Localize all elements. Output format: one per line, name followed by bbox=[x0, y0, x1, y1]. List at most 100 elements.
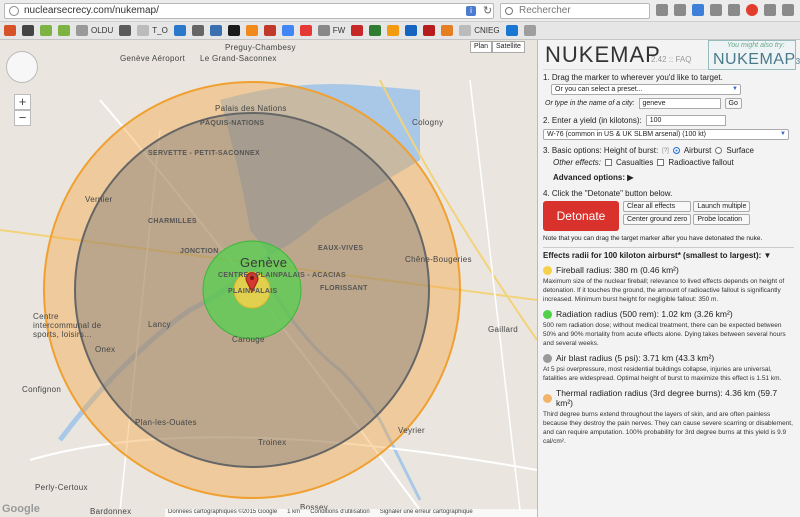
bookmark-icon bbox=[40, 25, 52, 36]
bookmark-item[interactable] bbox=[40, 25, 52, 36]
bookmark-icon bbox=[299, 25, 312, 36]
map-type-plan-button[interactable]: Plan bbox=[470, 41, 493, 53]
bookmark-icon bbox=[387, 25, 400, 36]
yield-input[interactable]: 100 bbox=[645, 115, 726, 126]
bookmark-item[interactable] bbox=[441, 25, 454, 36]
bookmark-item[interactable] bbox=[369, 25, 382, 36]
step4-title: 4. Click the "Detonate" button below. bbox=[543, 189, 673, 198]
addon-icon[interactable] bbox=[746, 4, 758, 16]
map[interactable]: Plan Satellite + − Preguy-Chambesy Genèv… bbox=[0, 40, 537, 517]
address-bar[interactable]: nuclearsecrecy.com/nukemap/ i ↻ bbox=[4, 3, 494, 19]
bookmark-item[interactable] bbox=[523, 25, 536, 36]
bookmark-item[interactable] bbox=[4, 25, 16, 36]
map-label: Plan-les-Ouates bbox=[135, 418, 197, 427]
bookmark-icon bbox=[441, 25, 454, 36]
home-icon[interactable] bbox=[710, 4, 722, 16]
bookmark-item[interactable] bbox=[245, 25, 258, 36]
map-label: SERVETTE - PETIT-SACONNEX bbox=[148, 150, 260, 157]
airburst-radio[interactable] bbox=[672, 147, 680, 154]
bookmark-icon bbox=[523, 25, 536, 36]
map-label: Vernier bbox=[85, 195, 113, 204]
pan-control[interactable] bbox=[6, 51, 38, 83]
bookmark-icon bbox=[173, 25, 186, 36]
bookmark-icon bbox=[209, 25, 222, 36]
effect-description: Maximum size of the nuclear fireball; re… bbox=[543, 278, 785, 303]
bookmark-item[interactable] bbox=[351, 25, 364, 36]
city-input[interactable]: geneve bbox=[638, 98, 721, 109]
terms-link[interactable]: Conditions d'utilisation bbox=[310, 509, 370, 517]
reading-list-icon[interactable] bbox=[674, 4, 686, 16]
bookmark-item[interactable] bbox=[173, 25, 186, 36]
search-input[interactable]: Rechercher bbox=[500, 3, 650, 19]
go-button[interactable]: Go bbox=[724, 98, 742, 109]
zoom-in-button[interactable]: + bbox=[14, 94, 31, 110]
bookmark-icon bbox=[4, 25, 16, 36]
addon2-icon[interactable] bbox=[764, 4, 776, 16]
bookmark-item[interactable] bbox=[387, 25, 400, 36]
bookmark-icon bbox=[58, 25, 70, 36]
bookmark-item[interactable] bbox=[119, 25, 132, 36]
bookmark-icon bbox=[191, 25, 204, 36]
effect-description: Third degree burns extend throughout the… bbox=[543, 411, 793, 445]
advanced-options-toggle[interactable]: Advanced options: ▶ bbox=[553, 173, 633, 182]
download-icon[interactable] bbox=[692, 4, 704, 16]
casualties-checkbox[interactable] bbox=[605, 159, 613, 166]
probe-location-button[interactable]: Probe location bbox=[693, 214, 751, 225]
version-faq-link[interactable]: 2.42 :: FAQ bbox=[651, 55, 691, 64]
center-ground-zero-button[interactable]: Center ground zero bbox=[623, 214, 692, 225]
effect-header: Fireball radius: 380 m (0.46 km²) bbox=[543, 265, 794, 275]
bookmark-item[interactable]: OLDU bbox=[76, 25, 113, 36]
help-link[interactable]: [?] bbox=[662, 148, 669, 154]
bookmark-item[interactable] bbox=[405, 25, 418, 36]
bookmark-label: FW bbox=[332, 26, 346, 35]
preset-select[interactable]: Or you can select a preset... bbox=[551, 84, 741, 95]
launch-multiple-button[interactable]: Launch multiple bbox=[693, 201, 751, 212]
bookmark-item[interactable] bbox=[209, 25, 222, 36]
bookmark-item[interactable] bbox=[227, 25, 240, 36]
bookmark-item[interactable]: T_O bbox=[137, 25, 168, 36]
bookmark-item[interactable] bbox=[22, 25, 34, 36]
bookmark-item[interactable] bbox=[281, 25, 294, 36]
step1-title: 1. Drag the marker to wherever you'd lik… bbox=[543, 73, 723, 82]
bookmark-label: T_O bbox=[152, 26, 168, 35]
bookmark-icon bbox=[281, 25, 294, 36]
star-icon[interactable] bbox=[656, 4, 668, 16]
bookmark-item[interactable]: CNIEG bbox=[459, 25, 500, 36]
surface-radio[interactable] bbox=[715, 147, 723, 154]
map-label: Palais des Nations bbox=[215, 104, 287, 113]
bookmark-icon bbox=[369, 25, 382, 36]
bookmark-item[interactable]: FW bbox=[317, 25, 346, 36]
map-label: Le Grand-Saconnex bbox=[200, 54, 277, 63]
map-label: Centre intercommunal de sports, loisirs.… bbox=[33, 312, 102, 339]
bookmark-item[interactable] bbox=[505, 25, 518, 36]
bookmark-item[interactable] bbox=[299, 25, 312, 36]
control-panel: NUKEMAP 2.42 :: FAQ You might also try: … bbox=[537, 40, 800, 517]
bookmark-item[interactable] bbox=[191, 25, 204, 36]
nukemap3d-link[interactable]: You might also try: NUKEMAP3D bbox=[708, 40, 800, 70]
browser-toolbar: nuclearsecrecy.com/nukemap/ i ↻ Recherch… bbox=[0, 0, 800, 22]
map-label: Cologny bbox=[412, 118, 444, 127]
bookmark-item[interactable] bbox=[263, 25, 276, 36]
effect-color-icon bbox=[543, 309, 552, 319]
bookmark-item[interactable] bbox=[58, 25, 70, 36]
weapon-select[interactable]: W-76 (common in US & UK SLBM arsenal) (1… bbox=[543, 129, 789, 140]
surface-label: Surface bbox=[726, 146, 754, 155]
map-label: JONCTION bbox=[180, 248, 219, 255]
zoom-out-button[interactable]: − bbox=[14, 110, 31, 126]
fallout-checkbox[interactable] bbox=[657, 159, 665, 166]
map-type-satellite-button[interactable]: Satellite bbox=[492, 41, 525, 53]
send-icon[interactable] bbox=[728, 4, 740, 16]
effect-header: Air blast radius (5 psi): 3.71 km (43.3 … bbox=[543, 353, 794, 363]
detonate-button[interactable]: Detonate bbox=[543, 201, 619, 231]
bookmark-item[interactable] bbox=[423, 25, 436, 36]
map-label: CHARMILLES bbox=[148, 218, 197, 225]
info-icon[interactable]: i bbox=[466, 6, 476, 16]
bookmark-icon bbox=[137, 25, 150, 36]
city-label: Genève bbox=[240, 255, 288, 270]
sync-icon[interactable] bbox=[782, 4, 794, 16]
clear-effects-button[interactable]: Clear all effects bbox=[623, 201, 692, 212]
effect-item: Fireball radius: 380 m (0.46 km²) Maximum… bbox=[543, 265, 794, 304]
reload-icon[interactable]: ↻ bbox=[483, 4, 492, 17]
report-error-link[interactable]: Signaler une erreur cartographique bbox=[380, 509, 473, 517]
effects-title[interactable]: Effects radii for 100 kiloton airburst* … bbox=[543, 247, 794, 260]
